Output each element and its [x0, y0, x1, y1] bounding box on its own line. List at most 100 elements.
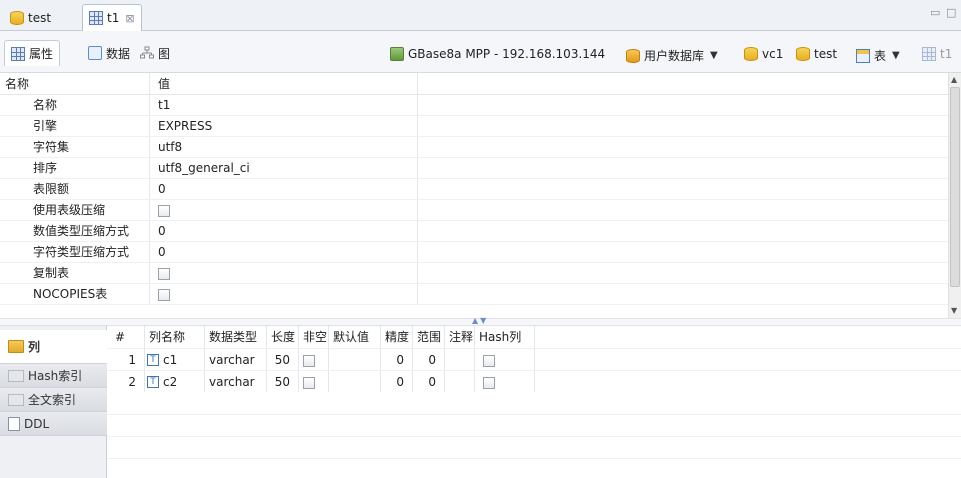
scrollbar-thumb[interactable]: [950, 87, 960, 287]
col-header-not-null[interactable]: 非空: [299, 326, 329, 348]
panel-splitter[interactable]: ▲▼: [0, 316, 961, 326]
sidebar-item-label: DDL: [24, 416, 50, 431]
database-selector[interactable]: test: [796, 47, 837, 61]
table-row[interactable]: 1 T c1 varchar 50 0 0: [107, 348, 961, 370]
editor-tab-t1[interactable]: t1 ⊠: [82, 4, 142, 31]
sidebar-item-hash-index[interactable]: Hash索引: [0, 364, 107, 388]
splitter-arrows-icon[interactable]: ▲▼: [472, 316, 488, 325]
sidebar-item-columns[interactable]: 列: [0, 330, 107, 364]
sidebar-item-label: 全文索引: [28, 393, 77, 407]
column-type[interactable]: varchar: [205, 349, 267, 370]
property-row: 排序 utf8_general_ci: [0, 158, 948, 179]
column-name-cell[interactable]: T c1: [145, 349, 205, 370]
property-scrollbar[interactable]: ▲ ▼: [948, 73, 961, 318]
not-null-checkbox[interactable]: [303, 354, 315, 367]
column-precision[interactable]: 0: [381, 371, 413, 392]
header-name: 名称: [0, 73, 150, 94]
maximize-icon[interactable]: □: [946, 6, 956, 19]
vc-label: vc1: [762, 47, 784, 61]
property-value[interactable]: 0: [150, 179, 418, 199]
table-header: # 列名称 数据类型 长度 非空 默认值 精度 范围 注释 Hash列: [107, 326, 961, 348]
column-scale[interactable]: 0: [413, 371, 445, 392]
scroll-down-icon[interactable]: ▼: [951, 306, 957, 315]
property-row: 字符集 utf8: [0, 137, 948, 158]
column-default[interactable]: [329, 349, 381, 370]
folder-icon: [8, 340, 24, 353]
close-tab-icon[interactable]: ⊠: [125, 12, 134, 25]
column-type[interactable]: varchar: [205, 371, 267, 392]
row-divider: [107, 436, 961, 437]
not-null-checkbox[interactable]: [303, 376, 315, 389]
property-name: 字符类型压缩方式: [0, 242, 150, 262]
column-comment[interactable]: [445, 349, 475, 370]
property-value[interactable]: 0: [150, 221, 418, 241]
column-default[interactable]: [329, 371, 381, 392]
hash-cell: [475, 349, 535, 370]
tab-properties[interactable]: 属性: [4, 40, 61, 66]
not-null-cell: [299, 349, 329, 370]
object-type-label: 表: [874, 49, 887, 63]
object-type-selector[interactable]: 表 ▼: [856, 47, 900, 64]
property-name: 排序: [0, 158, 150, 178]
col-header-name[interactable]: 列名称: [145, 326, 205, 348]
scroll-up-icon[interactable]: ▲: [951, 75, 957, 84]
property-value[interactable]: EXPRESS: [150, 116, 418, 136]
property-row: NOCOPIES表: [0, 284, 948, 305]
property-row: 字符类型压缩方式 0: [0, 242, 948, 263]
document-icon: [8, 416, 20, 431]
col-header-length[interactable]: 长度: [267, 326, 299, 348]
property-value[interactable]: utf8_general_ci: [150, 158, 418, 178]
col-header-default[interactable]: 默认值: [329, 326, 381, 348]
col-header-type[interactable]: 数据类型: [205, 326, 267, 348]
server-icon: [390, 47, 404, 61]
editor-tab-strip: test t1 ⊠ ▭ □: [0, 0, 961, 31]
table-selector[interactable]: t1: [922, 47, 952, 61]
vc-selector[interactable]: vc1: [744, 47, 783, 61]
column-precision[interactable]: 0: [381, 349, 413, 370]
property-value[interactable]: 0: [150, 242, 418, 262]
column-name-cell[interactable]: T c2: [145, 371, 205, 392]
property-value[interactable]: t1: [150, 95, 418, 115]
table-compression-checkbox[interactable]: [158, 204, 170, 217]
property-row: 名称 t1: [0, 95, 948, 116]
editor-tab-label: test: [28, 10, 52, 25]
property-value[interactable]: utf8: [150, 137, 418, 157]
column-scale[interactable]: 0: [413, 349, 445, 370]
editor-tab-label: t1: [107, 11, 120, 25]
server-selector[interactable]: GBase8a MPP - 192.168.103.144: [390, 47, 605, 61]
tab-label: 属性: [29, 47, 54, 61]
sidebar-item-fulltext-index[interactable]: 全文索引: [0, 388, 107, 412]
table-row[interactable]: 2 T c2 varchar 50 0 0: [107, 370, 961, 392]
col-header-comment[interactable]: 注释: [445, 326, 475, 348]
text-column-icon: T: [147, 375, 159, 388]
column-comment[interactable]: [445, 371, 475, 392]
detail-sidebar: 列 Hash索引 全文索引 DDL: [0, 326, 107, 478]
table-icon: [922, 47, 936, 61]
minimize-icon[interactable]: ▭: [930, 6, 940, 19]
table-label: t1: [940, 47, 953, 61]
table-icon: [89, 11, 103, 25]
tab-data[interactable]: 数据: [82, 40, 136, 66]
database-icon: [10, 10, 24, 25]
editor-tab-test[interactable]: test: [4, 4, 57, 31]
sidebar-item-label: 列: [28, 340, 41, 354]
nocopies-table-checkbox[interactable]: [158, 288, 170, 301]
tab-diagram[interactable]: 图: [134, 40, 176, 66]
column-length[interactable]: 50: [267, 349, 299, 370]
database-label: test: [814, 47, 838, 61]
property-value: [150, 200, 418, 220]
hash-column-checkbox[interactable]: [483, 354, 495, 367]
col-header-index: #: [107, 326, 145, 348]
col-header-scale[interactable]: 范围: [413, 326, 445, 348]
replicated-table-checkbox[interactable]: [158, 267, 170, 280]
sidebar-item-ddl[interactable]: DDL: [0, 412, 107, 436]
col-header-hash[interactable]: Hash列: [475, 326, 535, 348]
property-grid-header: 名称 值: [0, 73, 948, 95]
header-value: 值: [150, 73, 418, 94]
column-length[interactable]: 50: [267, 371, 299, 392]
hash-column-checkbox[interactable]: [483, 376, 495, 389]
col-header-precision[interactable]: 精度: [381, 326, 413, 348]
database-icon: [796, 47, 810, 61]
column-name: c1: [163, 352, 178, 367]
user-database-selector[interactable]: 用户数据库 ▼: [626, 47, 718, 64]
